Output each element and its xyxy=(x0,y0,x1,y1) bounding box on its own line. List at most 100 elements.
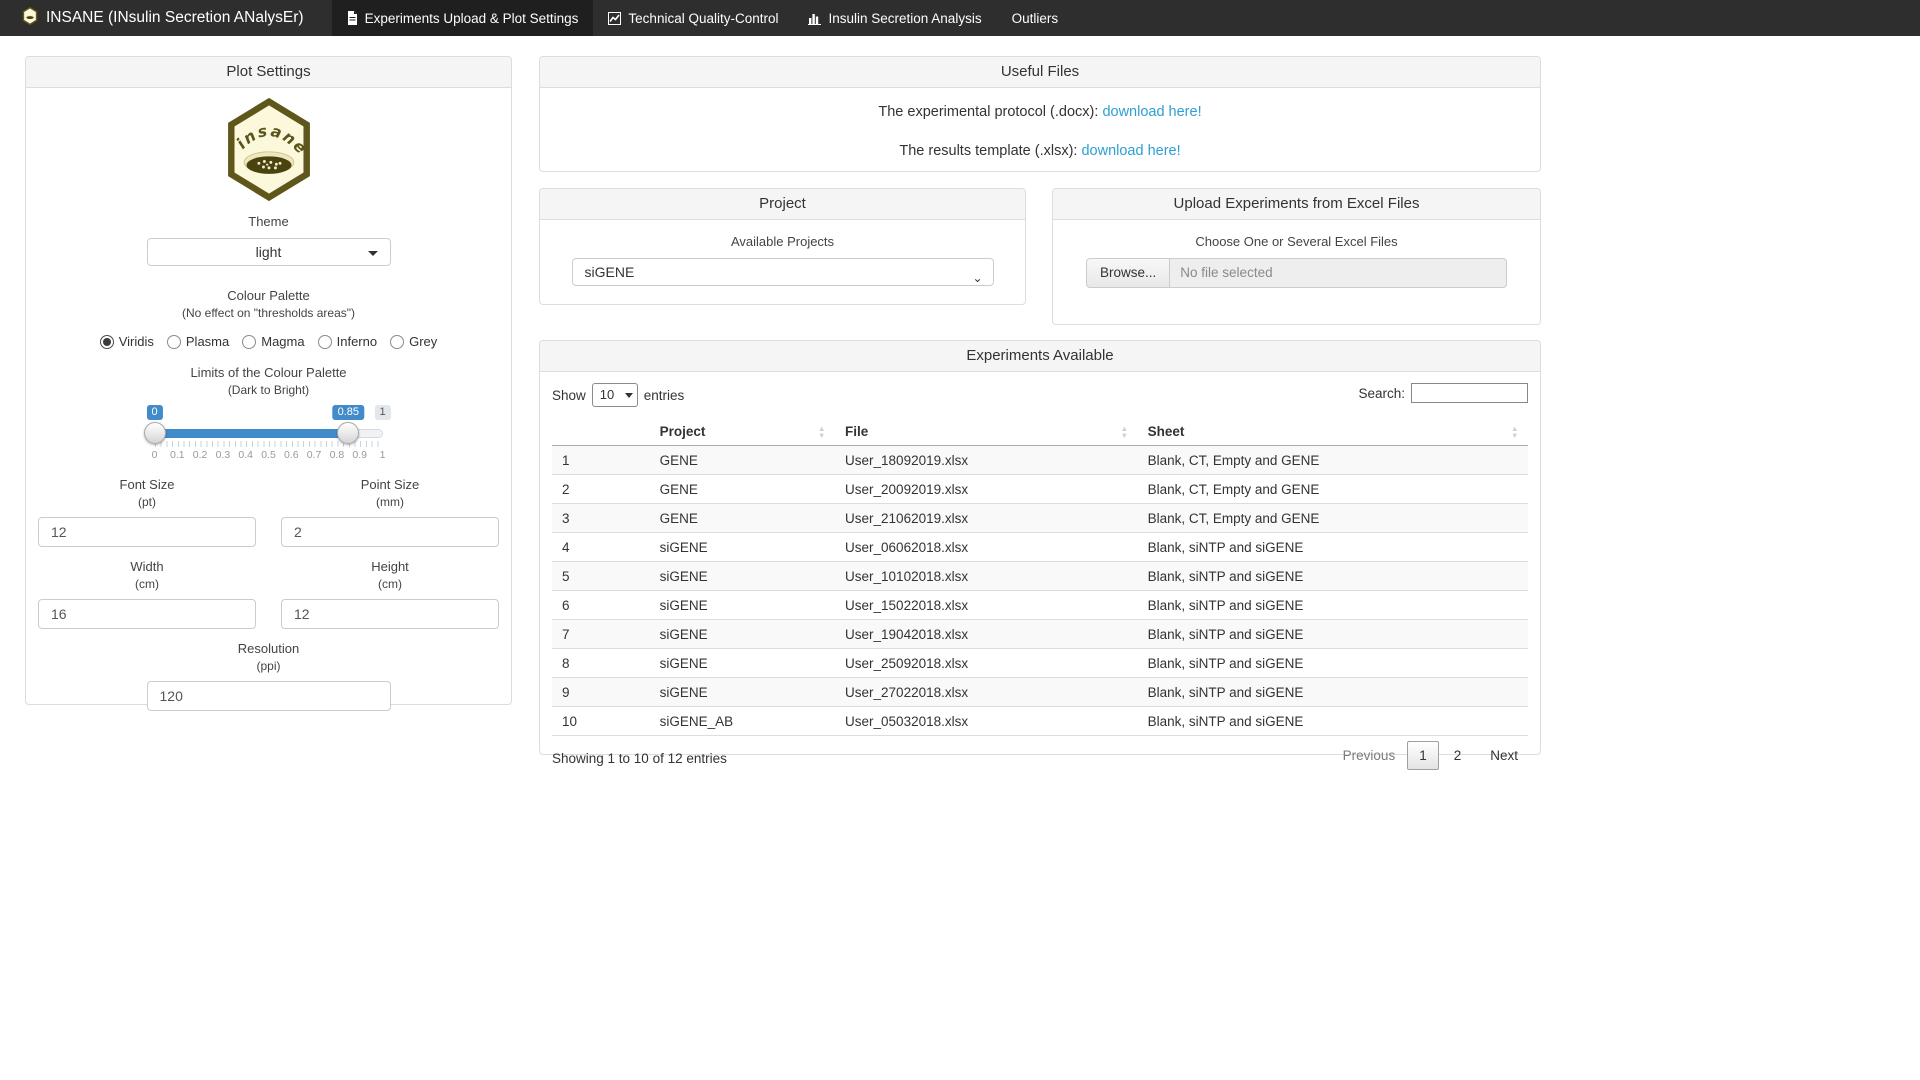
point-size-unit: (mm) xyxy=(281,495,499,509)
width-input[interactable] xyxy=(38,599,256,629)
template-download-link[interactable]: download here! xyxy=(1081,143,1180,159)
project-panel: Project Available Projects siGENE ⌄ xyxy=(539,188,1026,305)
experiments-panel: Experiments Available Show 10 entries Se… xyxy=(539,340,1541,755)
table-footer: Showing 1 to 10 of 12 entries Previous 1… xyxy=(552,736,1528,784)
table-row[interactable]: 3 GENE User_21062019.xlsx Blank, CT, Emp… xyxy=(552,504,1528,533)
width-unit: (cm) xyxy=(38,577,256,591)
browse-button[interactable]: Browse... xyxy=(1086,258,1170,288)
insane-logo-icon xyxy=(22,7,38,30)
file-input-group: Browse... No file selected xyxy=(1086,258,1507,288)
project-value: siGENE xyxy=(585,264,635,280)
resolution-unit: (ppi) xyxy=(147,659,391,673)
app-brand[interactable]: INSANE (INsulin Secretion ANalysEr) xyxy=(0,0,304,36)
height-label: Height xyxy=(281,559,499,574)
table-row[interactable]: 10 siGENE_AB User_05032018.xlsx Blank, s… xyxy=(552,707,1528,736)
project-select[interactable]: siGENE ⌄ xyxy=(572,258,994,286)
chevron-down-icon xyxy=(625,393,633,398)
file-icon xyxy=(347,11,358,25)
height-unit: (cm) xyxy=(281,577,499,591)
table-row[interactable]: 1 GENE User_18092019.xlsx Blank, CT, Emp… xyxy=(552,446,1528,475)
file-selected-text: No file selected xyxy=(1170,258,1507,288)
font-size-input[interactable] xyxy=(38,517,256,547)
table-header-row: Project File Sheet xyxy=(552,418,1528,446)
panel-title: Useful Files xyxy=(540,57,1540,88)
brand-title: INSANE (INsulin Secretion ANalysEr) xyxy=(46,9,304,27)
page-length-select[interactable]: 10 xyxy=(592,383,638,407)
tab-technical-qc[interactable]: Technical Quality-Control xyxy=(593,0,793,36)
page-button-2[interactable]: 2 xyxy=(1443,742,1473,769)
tab-label: Experiments Upload & Plot Settings xyxy=(365,11,579,26)
experiments-table: Project File Sheet 1 GENE User_18092019.… xyxy=(552,418,1528,736)
panel-title: Experiments Available xyxy=(540,341,1540,372)
tab-label: Outliers xyxy=(1012,11,1059,26)
protocol-line: The experimental protocol (.docx): downl… xyxy=(540,104,1540,120)
radio-inferno[interactable]: Inferno xyxy=(318,334,377,349)
page-length-control: Show 10 entries xyxy=(552,383,684,407)
radio-icon xyxy=(242,335,256,349)
protocol-download-link[interactable]: download here! xyxy=(1102,104,1201,120)
height-input[interactable] xyxy=(281,599,499,629)
table-row[interactable]: 5 siGENE User_10102018.xlsx Blank, siNTP… xyxy=(552,562,1528,591)
search-input[interactable] xyxy=(1411,383,1528,403)
radio-plasma[interactable]: Plasma xyxy=(167,334,229,349)
useful-files-panel: Useful Files The experimental protocol (… xyxy=(539,56,1541,172)
limits-label: Limits of the Colour Palette xyxy=(38,365,499,380)
radio-viridis[interactable]: Viridis xyxy=(100,334,154,349)
page-button-1[interactable]: 1 xyxy=(1407,741,1439,770)
radio-icon xyxy=(390,335,404,349)
choose-files-label: Choose One or Several Excel Files xyxy=(1053,234,1540,249)
theme-value: light xyxy=(256,244,282,260)
insane-logo: insane xyxy=(38,98,499,204)
sort-icon xyxy=(818,425,827,439)
template-line: The results template (.xlsx): download h… xyxy=(540,143,1540,159)
radio-magma[interactable]: Magma xyxy=(242,334,304,349)
tab-label: Technical Quality-Control xyxy=(628,11,778,26)
panel-title: Upload Experiments from Excel Files xyxy=(1053,189,1540,220)
previous-page-button[interactable]: Previous xyxy=(1333,741,1406,770)
navbar: INSANE (INsulin Secretion ANalysEr) Expe… xyxy=(0,0,1920,36)
palette-note: (No effect on "thresholds areas") xyxy=(38,306,499,320)
line-chart-icon xyxy=(608,12,621,25)
font-size-unit: (pt) xyxy=(38,495,256,509)
table-info: Showing 1 to 10 of 12 entries xyxy=(552,751,727,766)
chevron-down-icon xyxy=(368,251,378,256)
table-row[interactable]: 8 siGENE User_25092018.xlsx Blank, siNTP… xyxy=(552,649,1528,678)
header-row-number xyxy=(552,418,650,446)
header-file[interactable]: File xyxy=(835,418,1138,446)
table-controls: Show 10 entries Search: xyxy=(552,382,1528,408)
resolution-label: Resolution xyxy=(147,641,391,656)
font-size-label: Font Size xyxy=(38,477,256,492)
tab-insulin-analysis[interactable]: Insulin Secretion Analysis xyxy=(793,0,996,36)
table-row[interactable]: 6 siGENE User_15022018.xlsx Blank, siNTP… xyxy=(552,591,1528,620)
navbar-tabs: Experiments Upload & Plot Settings Techn… xyxy=(332,0,1074,36)
radio-grey[interactable]: Grey xyxy=(390,334,437,349)
limits-note: (Dark to Bright) xyxy=(38,383,499,397)
radio-icon xyxy=(318,335,332,349)
available-projects-label: Available Projects xyxy=(540,234,1025,249)
tab-outliers[interactable]: Outliers xyxy=(997,0,1074,36)
slider-max-badge: 1 xyxy=(374,405,390,420)
tab-experiments-upload[interactable]: Experiments Upload & Plot Settings xyxy=(332,0,594,36)
radio-icon xyxy=(100,335,114,349)
slider-handle-from[interactable] xyxy=(144,422,166,444)
header-sheet[interactable]: Sheet xyxy=(1138,418,1528,446)
point-size-label: Point Size xyxy=(281,477,499,492)
palette-radio-group: Viridis Plasma Magma Inferno Grey xyxy=(38,334,499,349)
sort-icon xyxy=(1511,425,1520,439)
pagination: Previous 1 2 Next xyxy=(1333,741,1528,770)
slider-from-badge: 0 xyxy=(146,405,162,420)
table-row[interactable]: 2 GENE User_20092019.xlsx Blank, CT, Emp… xyxy=(552,475,1528,504)
theme-select[interactable]: light xyxy=(147,238,391,266)
header-project[interactable]: Project xyxy=(650,418,835,446)
slider-to-badge: 0.85 xyxy=(333,405,364,420)
panel-title: Plot Settings xyxy=(26,57,511,88)
resolution-input[interactable] xyxy=(147,681,391,711)
table-row[interactable]: 4 siGENE User_06062018.xlsx Blank, siNTP… xyxy=(552,533,1528,562)
point-size-input[interactable] xyxy=(281,517,499,547)
bar-chart-icon xyxy=(808,12,821,25)
table-row[interactable]: 7 siGENE User_19042018.xlsx Blank, siNTP… xyxy=(552,620,1528,649)
search-control: Search: xyxy=(1358,383,1528,403)
next-page-button[interactable]: Next xyxy=(1480,741,1528,770)
search-label: Search: xyxy=(1358,386,1405,401)
table-row[interactable]: 9 siGENE User_27022018.xlsx Blank, siNTP… xyxy=(552,678,1528,707)
